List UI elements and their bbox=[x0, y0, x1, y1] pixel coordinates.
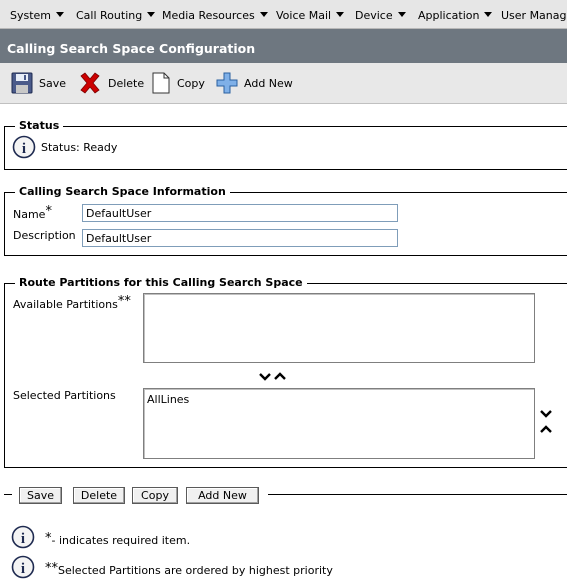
available-partitions-list[interactable] bbox=[143, 293, 535, 363]
delete-button[interactable]: Delete bbox=[73, 487, 125, 504]
priority-note-text: Selected Partitions are ordered by highe… bbox=[58, 564, 333, 577]
svg-text:i: i bbox=[22, 141, 26, 157]
priority-note-marker: ** bbox=[45, 561, 58, 576]
css-info-section: Calling Search Space Information Name* D… bbox=[4, 185, 567, 256]
chevron-down-icon bbox=[259, 12, 268, 17]
reorder-arrows bbox=[540, 410, 552, 433]
toolbar-save-label: Save bbox=[39, 76, 67, 90]
status-section: Status i Status: Ready bbox=[4, 119, 567, 170]
menu-media-resources[interactable]: Media Resources bbox=[162, 9, 268, 22]
info-icon: i bbox=[12, 135, 36, 159]
move-up-icon[interactable] bbox=[274, 372, 286, 380]
available-partitions-label: Available Partitions** bbox=[13, 294, 131, 311]
required-note: *- indicates required item. bbox=[45, 531, 190, 547]
menu-system-label: System bbox=[10, 9, 52, 22]
toolbar-copy-label: Copy bbox=[177, 76, 205, 90]
save-icon bbox=[11, 72, 33, 94]
menu-media-resources-label: Media Resources bbox=[162, 9, 255, 22]
divider-left bbox=[4, 494, 12, 495]
menu-user-management[interactable]: User Management bbox=[501, 9, 567, 22]
toolbar-add-new-label: Add New bbox=[244, 76, 293, 90]
double-required-marker: ** bbox=[117, 294, 131, 309]
available-partitions-label-text: Available Partitions bbox=[13, 298, 118, 311]
css-info-legend: Calling Search Space Information bbox=[15, 185, 230, 198]
copy-button[interactable]: Copy bbox=[132, 487, 178, 504]
move-down-icon[interactable] bbox=[259, 373, 271, 381]
description-input[interactable] bbox=[82, 229, 398, 247]
menu-call-routing-label: Call Routing bbox=[76, 9, 143, 22]
menu-user-management-label: User Management bbox=[501, 9, 567, 22]
menu-application-label: Application bbox=[418, 9, 480, 22]
route-partitions-section: Route Partitions for this Calling Search… bbox=[4, 276, 567, 468]
info-icon: i bbox=[11, 525, 35, 549]
add-new-button[interactable]: Add New bbox=[186, 487, 259, 504]
name-label: Name* bbox=[13, 204, 52, 221]
reorder-up-icon[interactable] bbox=[540, 425, 552, 433]
chevron-down-icon bbox=[147, 12, 156, 17]
info-icon: i bbox=[11, 555, 35, 579]
chevron-down-icon bbox=[397, 12, 406, 17]
menu-device[interactable]: Device bbox=[355, 9, 406, 22]
toolbar: Save Delete Copy Add New bbox=[0, 63, 567, 104]
chevron-down-icon bbox=[56, 12, 65, 17]
route-partitions-legend: Route Partitions for this Calling Search… bbox=[15, 276, 307, 289]
chevron-down-icon bbox=[336, 12, 345, 17]
toolbar-delete-button[interactable]: Delete bbox=[78, 71, 144, 95]
status-legend: Status bbox=[15, 119, 64, 132]
toolbar-add-new-button[interactable]: Add New bbox=[216, 71, 293, 95]
move-arrows bbox=[259, 372, 286, 381]
add-plus-icon bbox=[216, 72, 238, 94]
toolbar-delete-label: Delete bbox=[108, 76, 145, 90]
menu-device-label: Device bbox=[355, 9, 393, 22]
menu-voice-mail[interactable]: Voice Mail bbox=[276, 9, 345, 22]
priority-note: **Selected Partitions are ordered by hig… bbox=[45, 561, 333, 577]
menu-voice-mail-label: Voice Mail bbox=[276, 9, 332, 22]
required-marker: * bbox=[45, 204, 52, 219]
name-label-text: Name bbox=[13, 208, 46, 221]
save-button[interactable]: Save bbox=[19, 487, 62, 504]
chevron-down-icon bbox=[484, 12, 493, 17]
delete-x-icon bbox=[80, 72, 100, 94]
name-input[interactable] bbox=[82, 204, 398, 222]
copy-document-icon bbox=[152, 72, 170, 94]
description-label: Description bbox=[13, 229, 76, 242]
selected-partitions-label: Selected Partitions bbox=[13, 389, 116, 402]
toolbar-copy-button[interactable]: Copy bbox=[151, 71, 205, 95]
selected-partitions-list[interactable]: AllLines bbox=[143, 388, 535, 459]
status-text: Status: Ready bbox=[41, 141, 118, 154]
divider-right bbox=[268, 494, 567, 495]
list-item[interactable]: AllLines bbox=[147, 393, 189, 406]
page-title: Calling Search Space Configuration bbox=[7, 41, 256, 56]
title-bar: Calling Search Space Configuration bbox=[0, 29, 567, 63]
menu-system[interactable]: System bbox=[10, 9, 65, 22]
menu-call-routing[interactable]: Call Routing bbox=[76, 9, 156, 22]
reorder-down-icon[interactable] bbox=[540, 410, 552, 418]
svg-text:i: i bbox=[21, 561, 25, 577]
required-note-text: - indicates required item. bbox=[51, 534, 191, 547]
menu-application[interactable]: Application bbox=[418, 9, 493, 22]
svg-text:i: i bbox=[21, 531, 25, 547]
menu-bar: System Call Routing Media Resources Voic… bbox=[0, 0, 567, 29]
toolbar-save-button[interactable]: Save bbox=[11, 71, 66, 95]
